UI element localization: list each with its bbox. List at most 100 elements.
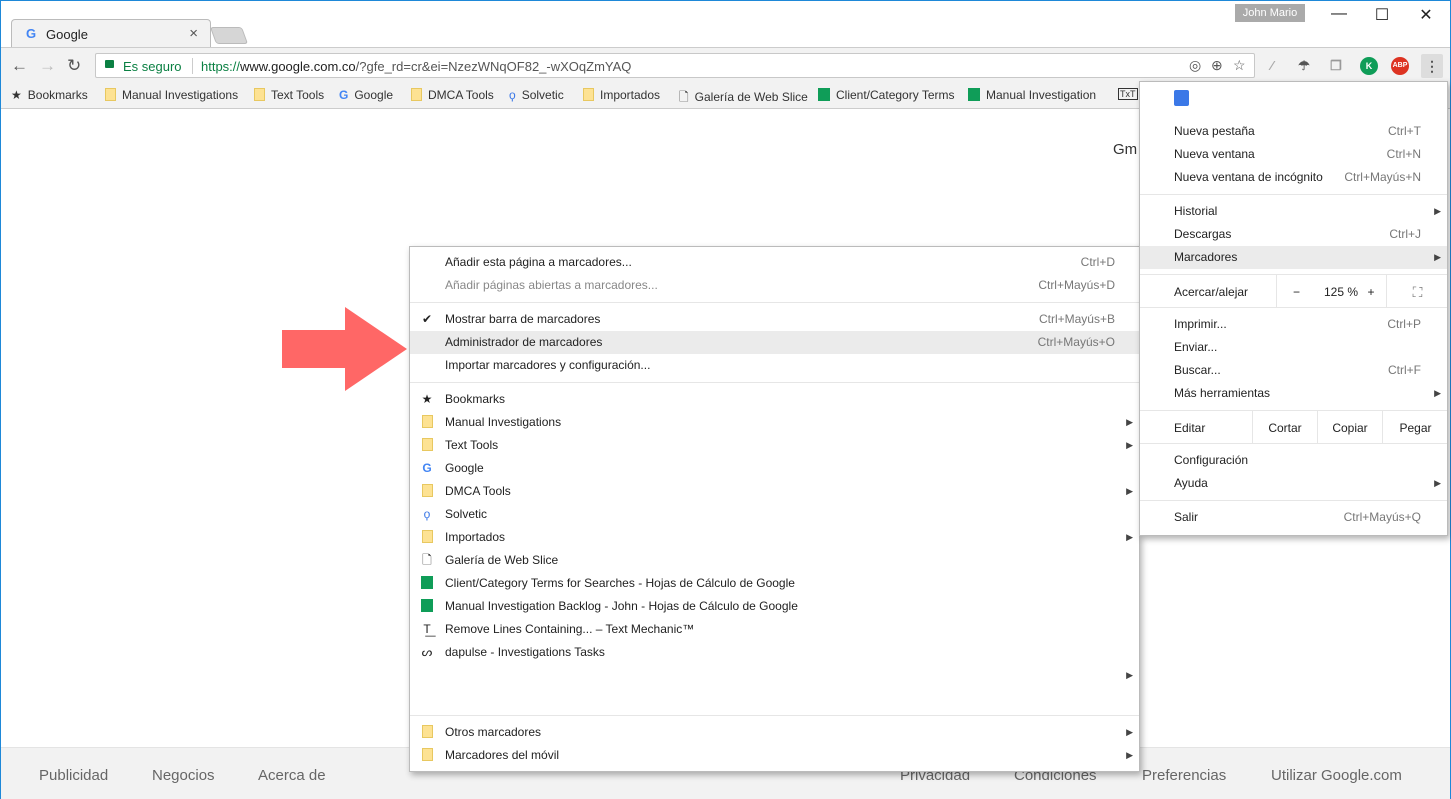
menu-item-label: Nueva ventana de incógnito xyxy=(1174,170,1323,184)
divider xyxy=(192,58,193,74)
extension-blue-icon[interactable] xyxy=(1174,90,1189,106)
menu-item-label: Manual Investigations xyxy=(445,415,562,429)
reload-icon[interactable]: ↻ xyxy=(67,56,81,76)
extension-brush-icon[interactable]: ⁄ xyxy=(1263,57,1281,75)
menu-item-manual-investigations[interactable]: Manual Investigations ▶ xyxy=(410,411,1139,434)
star-icon[interactable]: ☆ xyxy=(1233,57,1246,74)
sheet-icon xyxy=(421,599,433,612)
bookmark-manual-investigations[interactable]: Manual Investigations xyxy=(105,88,238,102)
close-window-button[interactable]: ✕ xyxy=(1406,5,1446,25)
text-mechanic-bookmark-icon[interactable]: TxT xyxy=(1118,88,1138,100)
menu-item-marcadores[interactable]: Marcadores ▶ xyxy=(1140,246,1447,269)
secure-label[interactable]: Es seguro xyxy=(123,59,182,74)
menu-item-mostrar-barra-de-marcadores[interactable]: ✔ Mostrar barra de marcadores Ctrl+Mayús+B xyxy=(410,308,1139,331)
menu-item-blank[interactable]: ▶ xyxy=(410,664,1139,687)
footer-link-publicidad[interactable]: Publicidad xyxy=(39,767,108,784)
menu-item-an-adir-pa-ginas-abiertas-a-marcadores[interactable]: Añadir páginas abiertas a marcadores... C… xyxy=(410,274,1139,297)
zoom-out-button[interactable]: − xyxy=(1276,275,1316,307)
menu-item-text-tools[interactable]: Text Tools ▶ xyxy=(410,434,1139,457)
menu-item-ma-s-herramientas[interactable]: Más herramientas ▶ xyxy=(1140,382,1447,405)
address-bar[interactable]: Es seguro https://www.google.com.co/?gfe… xyxy=(95,53,1255,78)
menu-item-icon-wrap xyxy=(420,526,434,549)
menu-item-client-category-terms-for-searches-hojas[interactable]: Client/Category Terms for Searches - Hoj… xyxy=(410,572,1139,595)
menu-item-bookmarks[interactable]: ★ Bookmarks xyxy=(410,388,1139,411)
url-text[interactable]: https://www.google.com.co/?gfe_rd=cr&ei=… xyxy=(201,59,631,74)
bookmark-solvetic[interactable]: ϙ Solvetic xyxy=(509,88,564,102)
bookmark-dmca-tools[interactable]: DMCA Tools xyxy=(411,88,494,102)
menu-item-remove-lines-containing-text-mechanic[interactable]: T͟ Remove Lines Containing... – Text Mech… xyxy=(410,618,1139,641)
tab-google[interactable]: G Google × xyxy=(11,19,211,48)
menu-item-nueva-ventana-de-inco-gnito[interactable]: Nueva ventana de incógnito Ctrl+Mayús+N xyxy=(1140,166,1447,189)
bookmark-client-category-terms[interactable]: Client/Category Terms xyxy=(818,88,955,102)
fullscreen-icon[interactable]: ⛶ xyxy=(1386,275,1448,307)
footer-link-utilizar-google[interactable]: Utilizar Google.com xyxy=(1271,767,1402,784)
menu-item-label: Otros marcadores xyxy=(445,725,542,739)
menu-item-nueva-pestan-a[interactable]: Nueva pestaña Ctrl+T xyxy=(1140,120,1447,143)
new-tab-button[interactable] xyxy=(209,27,249,44)
paste-button[interactable]: Pegar xyxy=(1382,411,1448,443)
menu-item-configuracio-n[interactable]: Configuración xyxy=(1140,449,1447,472)
menu-item-label: Salir xyxy=(1174,510,1199,524)
footer-link-acerca[interactable]: Acerca de xyxy=(258,767,326,784)
profile-button[interactable]: John Mario xyxy=(1235,4,1305,22)
bookmark-importados[interactable]: Importados xyxy=(583,88,660,102)
extension-umbrella-icon[interactable]: ☂ xyxy=(1295,57,1313,75)
back-icon[interactable]: ← xyxy=(11,56,28,76)
menu-item-nueva-ventana[interactable]: Nueva ventana Ctrl+N xyxy=(1140,143,1447,166)
bookmark-label: Client/Category Terms xyxy=(836,88,955,102)
menu-item-salir[interactable]: Salir Ctrl+Mayús+Q xyxy=(1140,506,1447,529)
menu-item-historial[interactable]: Historial ▶ xyxy=(1140,200,1447,223)
bookmark-manual-investigation[interactable]: Manual Investigation xyxy=(968,88,1096,102)
menu-item-solvetic[interactable]: ϙ Solvetic xyxy=(410,503,1139,526)
tab-close-icon[interactable]: × xyxy=(189,25,198,42)
bookmark-galeri-a-de-web-slice[interactable]: 🗋 Galería de Web Slice xyxy=(679,88,808,109)
url-path: /?gfe_rd=cr&ei=NzezWNqOF82_-wXOqZmYAQ xyxy=(355,59,632,74)
chrome-main-menu: Nueva pestaña Ctrl+T Nueva ventana Ctrl+N Nu… xyxy=(1139,81,1448,536)
zoom-in-button[interactable]: + xyxy=(1356,275,1386,307)
copy-button[interactable]: Copiar xyxy=(1317,411,1382,443)
submenu-arrow-icon: ▶ xyxy=(1126,532,1133,542)
folder-icon xyxy=(105,88,116,101)
menu-item-google[interactable]: G Google xyxy=(410,457,1139,480)
menu-item-label: Marcadores del móvil xyxy=(445,748,560,762)
footer-link-preferencias[interactable]: Preferencias xyxy=(1142,767,1226,784)
menu-item-icon-wrap: ϙ xyxy=(420,503,434,526)
menu-item-descargas[interactable]: Descargas Ctrl+J xyxy=(1140,223,1447,246)
lock-icon xyxy=(105,60,114,68)
menu-item-importados[interactable]: Importados ▶ xyxy=(410,526,1139,549)
menu-item-galeri-a-de-web-slice[interactable]: 🗋 Galería de Web Slice xyxy=(410,549,1139,572)
forward-icon[interactable]: → xyxy=(39,56,56,76)
bookmark-bookmarks[interactable]: ★ Bookmarks xyxy=(11,88,88,102)
footer-link-negocios[interactable]: Negocios xyxy=(152,767,215,784)
minimize-button[interactable]: — xyxy=(1319,5,1359,23)
extension-k-icon[interactable]: K xyxy=(1360,57,1378,75)
menu-item-icon-wrap: ★ xyxy=(420,388,434,411)
bookmark-text-tools[interactable]: Text Tools xyxy=(254,88,324,102)
menu-item-shortcut: Ctrl+F xyxy=(1388,363,1421,377)
menu-item-importar-marcadores-y-configuracio-n[interactable]: Importar marcadores y configuración... xyxy=(410,354,1139,377)
menu-item-marcadores-del-mo-vil[interactable]: Marcadores del móvil ▶ xyxy=(410,744,1139,767)
menu-item-dmca-tools[interactable]: DMCA Tools ▶ xyxy=(410,480,1139,503)
menu-item-label: Historial xyxy=(1174,204,1218,218)
location-icon[interactable]: ◎ xyxy=(1189,57,1201,74)
extension-copy-icon[interactable]: ❐ xyxy=(1327,57,1345,75)
menu-item-manual-investigation-backlog-john-hojas-[interactable]: Manual Investigation Backlog - John - Ho… xyxy=(410,595,1139,618)
gmail-link[interactable]: Gm xyxy=(1113,141,1137,158)
menu-item-ayuda[interactable]: Ayuda ▶ xyxy=(1140,472,1447,495)
menu-item-enviar[interactable]: Enviar... xyxy=(1140,336,1447,359)
menu-item-buscar[interactable]: Buscar... Ctrl+F xyxy=(1140,359,1447,382)
red-arrow-annotation xyxy=(282,307,407,391)
submenu-arrow-icon: ▶ xyxy=(1126,670,1133,680)
zoom-icon[interactable]: ⊕ xyxy=(1211,57,1223,74)
menu-item-an-adir-esta-pa-gina-a-marcadores[interactable]: Añadir esta página a marcadores... Ctrl+D xyxy=(410,251,1139,274)
adblock-icon[interactable]: ABP xyxy=(1391,57,1409,75)
menu-item-dapulse-investigations-tasks[interactable]: ᔕ dapulse - Investigations Tasks xyxy=(410,641,1139,664)
cut-button[interactable]: Cortar xyxy=(1252,411,1317,443)
menu-item-icon-wrap: ✔ xyxy=(420,308,434,331)
menu-item-otros-marcadores[interactable]: Otros marcadores ▶ xyxy=(410,721,1139,744)
chrome-menu-icon[interactable]: ⋮ xyxy=(1421,54,1443,78)
menu-item-administrador-de-marcadores[interactable]: Administrador de marcadores Ctrl+Mayús+O xyxy=(410,331,1139,354)
bookmark-google[interactable]: G Google xyxy=(339,88,393,102)
maximize-button[interactable]: ☐ xyxy=(1362,5,1402,25)
menu-item-imprimir[interactable]: Imprimir... Ctrl+P xyxy=(1140,313,1447,336)
